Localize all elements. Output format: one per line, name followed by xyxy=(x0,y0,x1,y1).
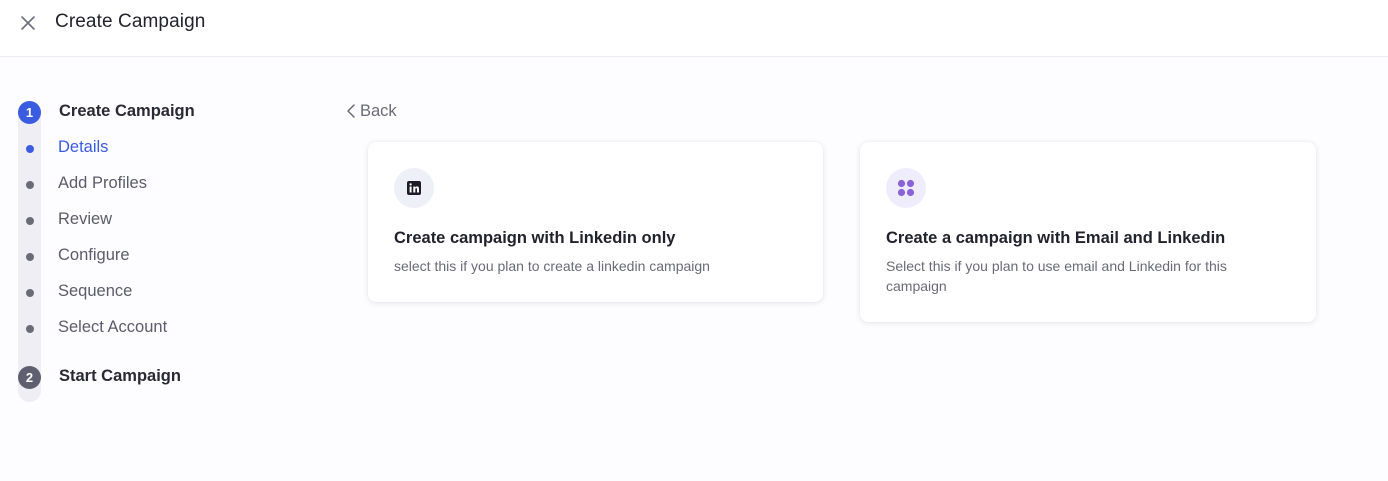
substep-configure[interactable]: Configure xyxy=(18,245,258,269)
substep-label: Add Profiles xyxy=(58,174,147,192)
substep-dot xyxy=(26,325,34,333)
substep-sequence[interactable]: Sequence xyxy=(18,281,258,305)
substep-dot xyxy=(26,181,34,189)
step-2-title: Start Campaign xyxy=(59,367,181,385)
step-1-title: Create Campaign xyxy=(59,102,195,120)
campaign-stepper: 1 Create Campaign Details Add Profiles R… xyxy=(18,100,258,410)
substep-label: Details xyxy=(58,138,109,156)
substep-dot xyxy=(26,289,34,297)
back-link[interactable]: Back xyxy=(346,100,397,122)
step-2-number: 2 xyxy=(18,366,41,389)
back-label: Back xyxy=(360,101,397,120)
option-title: Create a campaign with Email and Linkedi… xyxy=(886,229,1226,247)
option-description: select this if you plan to create a link… xyxy=(394,258,710,274)
linkedin-icon-badge xyxy=(394,168,434,208)
top-header: Create Campaign xyxy=(0,0,1388,57)
linkedin-only-option-card[interactable]: Create campaign with Linkedin only selec… xyxy=(368,142,823,302)
close-icon xyxy=(21,16,35,30)
option-title: Create campaign with Linkedin only xyxy=(394,229,676,247)
substep-add-profiles[interactable]: Add Profiles xyxy=(18,173,258,197)
substep-select-account[interactable]: Select Account xyxy=(18,317,258,341)
linkedin-icon xyxy=(407,181,421,195)
close-button[interactable] xyxy=(16,11,40,35)
substep-review[interactable]: Review xyxy=(18,209,258,233)
substep-label: Review xyxy=(58,210,113,228)
substep-dot xyxy=(26,217,34,225)
email-and-linkedin-option-card[interactable]: Create a campaign with Email and Linkedi… xyxy=(860,142,1316,322)
substep-dot xyxy=(26,253,34,261)
chevron-left-icon xyxy=(347,104,355,118)
substep-dot xyxy=(26,145,34,153)
substep-label: Configure xyxy=(58,246,130,264)
apps-grid-icon xyxy=(897,179,915,197)
option-description: Select this if you plan to use email and… xyxy=(886,258,1227,294)
substep-label: Select Account xyxy=(58,318,168,336)
substep-label: Sequence xyxy=(58,282,133,300)
substep-details[interactable]: Details xyxy=(18,137,258,161)
page-title: Create Campaign xyxy=(55,11,206,32)
apps-grid-icon-badge xyxy=(886,168,926,208)
step-1-number: 1 xyxy=(18,101,41,124)
